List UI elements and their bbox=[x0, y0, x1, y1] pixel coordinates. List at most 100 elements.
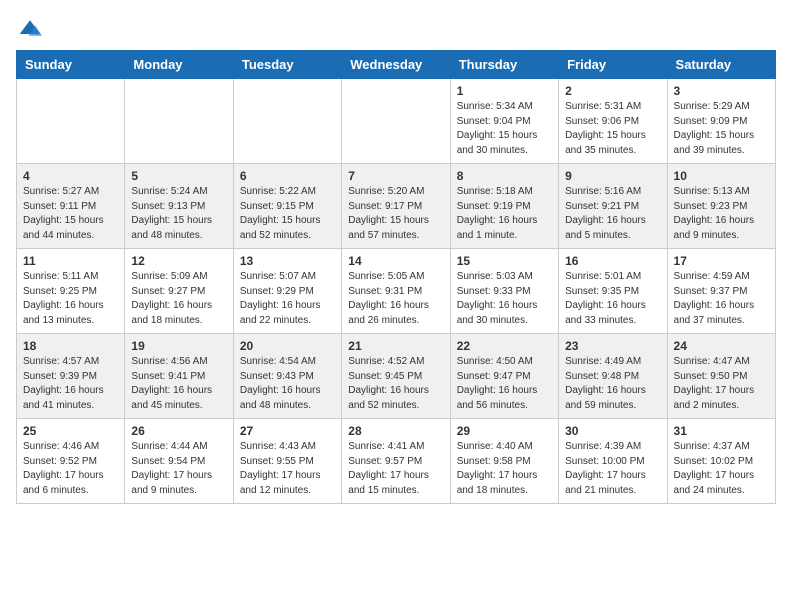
day-number: 28 bbox=[348, 424, 443, 438]
day-info: Sunrise: 5:03 AMSunset: 9:33 PMDaylight:… bbox=[457, 270, 552, 328]
day-info: Sunrise: 4:47 AMSunset: 9:50 PMDaylight:… bbox=[674, 355, 769, 413]
calendar-cell: 18Sunrise: 4:57 AMSunset: 9:39 PMDayligh… bbox=[17, 334, 125, 419]
day-info: Sunrise: 5:13 AMSunset: 9:23 PMDaylight:… bbox=[674, 185, 769, 243]
calendar-cell: 14 Sunrise: 5:05 AMSunset: 9:31 PMDayligh… bbox=[342, 249, 450, 334]
day-info: Sunrise: 5:31 AMSunset: 9:06 PMDaylight:… bbox=[565, 100, 660, 158]
logo bbox=[16, 16, 46, 38]
day-info: Sunrise: 5:11 AMSunset: 9:25 PMDaylight:… bbox=[23, 270, 118, 328]
day-number: 19 bbox=[131, 339, 226, 353]
calendar-cell: 2 Sunrise: 5:31 AMSunset: 9:06 PMDaylight… bbox=[559, 79, 667, 164]
calendar-cell: 5 Sunrise: 5:24 AMSunset: 9:13 PMDaylight… bbox=[125, 164, 233, 249]
calendar-cell bbox=[17, 79, 125, 164]
day-info: Sunrise: 5:05 AMSunset: 9:31 PMDaylight:… bbox=[348, 270, 443, 328]
day-number: 9 bbox=[565, 169, 660, 183]
day-number: 30 bbox=[565, 424, 660, 438]
calendar-cell: 3 Sunrise: 5:29 AMSunset: 9:09 PMDaylight… bbox=[667, 79, 775, 164]
calendar-cell: 22 Sunrise: 4:50 AMSunset: 9:47 PMDayligh… bbox=[450, 334, 558, 419]
day-number: 13 bbox=[240, 254, 335, 268]
day-info: Sunrise: 4:46 AMSunset: 9:52 PMDaylight:… bbox=[23, 440, 118, 498]
day-number: 1 bbox=[457, 84, 552, 98]
day-info: Sunrise: 4:59 AMSunset: 9:37 PMDaylight:… bbox=[674, 270, 769, 328]
day-info: Sunrise: 5:24 AMSunset: 9:13 PMDaylight:… bbox=[131, 185, 226, 243]
day-number: 6 bbox=[240, 169, 335, 183]
day-info: Sunrise: 5:34 AMSunset: 9:04 PMDaylight:… bbox=[457, 100, 552, 158]
day-info: Sunrise: 4:56 AMSunset: 9:41 PMDaylight:… bbox=[131, 355, 226, 413]
day-number: 15 bbox=[457, 254, 552, 268]
calendar-cell: 9 Sunrise: 5:16 AMSunset: 9:21 PMDaylight… bbox=[559, 164, 667, 249]
calendar-cell: 21Sunrise: 4:52 AMSunset: 9:45 PMDayligh… bbox=[342, 334, 450, 419]
day-info: Sunrise: 4:40 AMSunset: 9:58 PMDaylight:… bbox=[457, 440, 552, 498]
calendar-cell: 13 Sunrise: 5:07 AMSunset: 9:29 PMDayligh… bbox=[233, 249, 341, 334]
day-number: 14 bbox=[348, 254, 443, 268]
weekday-header-friday: Friday bbox=[559, 51, 667, 79]
calendar-week-3: 11Sunrise: 5:11 AMSunset: 9:25 PMDayligh… bbox=[17, 249, 776, 334]
calendar-cell: 20 Sunrise: 4:54 AMSunset: 9:43 PMDayligh… bbox=[233, 334, 341, 419]
day-number: 22 bbox=[457, 339, 552, 353]
calendar-week-1: 1 Sunrise: 5:34 AMSunset: 9:04 PMDaylight… bbox=[17, 79, 776, 164]
day-number: 7 bbox=[348, 169, 443, 183]
logo-icon bbox=[18, 18, 42, 38]
day-number: 8 bbox=[457, 169, 552, 183]
day-info: Sunrise: 4:43 AMSunset: 9:55 PMDaylight:… bbox=[240, 440, 335, 498]
day-info: Sunrise: 5:01 AMSunset: 9:35 PMDaylight:… bbox=[565, 270, 660, 328]
calendar-cell: 1 Sunrise: 5:34 AMSunset: 9:04 PMDaylight… bbox=[450, 79, 558, 164]
day-info: Sunrise: 5:20 AMSunset: 9:17 PMDaylight:… bbox=[348, 185, 443, 243]
day-number: 26 bbox=[131, 424, 226, 438]
day-info: Sunrise: 5:18 AMSunset: 9:19 PMDaylight:… bbox=[457, 185, 552, 243]
calendar-cell: 8 Sunrise: 5:18 AMSunset: 9:19 PMDaylight… bbox=[450, 164, 558, 249]
calendar-cell: 6Sunrise: 5:22 AMSunset: 9:15 PMDaylight… bbox=[233, 164, 341, 249]
calendar-week-4: 18Sunrise: 4:57 AMSunset: 9:39 PMDayligh… bbox=[17, 334, 776, 419]
weekday-header-saturday: Saturday bbox=[667, 51, 775, 79]
calendar-cell bbox=[233, 79, 341, 164]
day-number: 24 bbox=[674, 339, 769, 353]
day-number: 17 bbox=[674, 254, 769, 268]
day-number: 12 bbox=[131, 254, 226, 268]
weekday-header-thursday: Thursday bbox=[450, 51, 558, 79]
day-number: 25 bbox=[23, 424, 118, 438]
calendar-cell bbox=[125, 79, 233, 164]
calendar-week-5: 25 Sunrise: 4:46 AMSunset: 9:52 PMDayligh… bbox=[17, 419, 776, 504]
day-number: 10 bbox=[674, 169, 769, 183]
calendar-cell: 11Sunrise: 5:11 AMSunset: 9:25 PMDayligh… bbox=[17, 249, 125, 334]
calendar-cell: 27 Sunrise: 4:43 AMSunset: 9:55 PMDayligh… bbox=[233, 419, 341, 504]
calendar-cell bbox=[342, 79, 450, 164]
day-info: Sunrise: 4:41 AMSunset: 9:57 PMDaylight:… bbox=[348, 440, 443, 498]
day-info: Sunrise: 4:44 AMSunset: 9:54 PMDaylight:… bbox=[131, 440, 226, 498]
day-number: 3 bbox=[674, 84, 769, 98]
calendar-cell: 25 Sunrise: 4:46 AMSunset: 9:52 PMDayligh… bbox=[17, 419, 125, 504]
day-number: 4 bbox=[23, 169, 118, 183]
day-number: 2 bbox=[565, 84, 660, 98]
calendar-cell: 4 Sunrise: 5:27 AMSunset: 9:11 PMDaylight… bbox=[17, 164, 125, 249]
day-info: Sunrise: 4:39 AMSunset: 10:00 PMDaylight… bbox=[565, 440, 660, 498]
page-header bbox=[16, 16, 776, 38]
calendar-cell: 15 Sunrise: 5:03 AMSunset: 9:33 PMDayligh… bbox=[450, 249, 558, 334]
calendar-cell: 30 Sunrise: 4:39 AMSunset: 10:00 PMDaylig… bbox=[559, 419, 667, 504]
day-number: 27 bbox=[240, 424, 335, 438]
day-info: Sunrise: 5:27 AMSunset: 9:11 PMDaylight:… bbox=[23, 185, 118, 243]
calendar-cell: 28 Sunrise: 4:41 AMSunset: 9:57 PMDayligh… bbox=[342, 419, 450, 504]
calendar-cell: 31Sunrise: 4:37 AMSunset: 10:02 PMDaylig… bbox=[667, 419, 775, 504]
calendar-cell: 26 Sunrise: 4:44 AMSunset: 9:54 PMDayligh… bbox=[125, 419, 233, 504]
calendar-cell: 7 Sunrise: 5:20 AMSunset: 9:17 PMDaylight… bbox=[342, 164, 450, 249]
day-number: 20 bbox=[240, 339, 335, 353]
calendar-cell: 24 Sunrise: 4:47 AMSunset: 9:50 PMDayligh… bbox=[667, 334, 775, 419]
day-number: 16 bbox=[565, 254, 660, 268]
weekday-header-row: SundayMondayTuesdayWednesdayThursdayFrid… bbox=[17, 51, 776, 79]
day-info: Sunrise: 5:16 AMSunset: 9:21 PMDaylight:… bbox=[565, 185, 660, 243]
calendar-cell: 16 Sunrise: 5:01 AMSunset: 9:35 PMDayligh… bbox=[559, 249, 667, 334]
day-number: 5 bbox=[131, 169, 226, 183]
day-info: Sunrise: 4:54 AMSunset: 9:43 PMDaylight:… bbox=[240, 355, 335, 413]
weekday-header-monday: Monday bbox=[125, 51, 233, 79]
weekday-header-sunday: Sunday bbox=[17, 51, 125, 79]
day-info: Sunrise: 5:07 AMSunset: 9:29 PMDaylight:… bbox=[240, 270, 335, 328]
day-info: Sunrise: 4:49 AMSunset: 9:48 PMDaylight:… bbox=[565, 355, 660, 413]
day-number: 23 bbox=[565, 339, 660, 353]
calendar-cell: 17 Sunrise: 4:59 AMSunset: 9:37 PMDayligh… bbox=[667, 249, 775, 334]
day-info: Sunrise: 5:29 AMSunset: 9:09 PMDaylight:… bbox=[674, 100, 769, 158]
day-info: Sunrise: 5:09 AMSunset: 9:27 PMDaylight:… bbox=[131, 270, 226, 328]
day-number: 18 bbox=[23, 339, 118, 353]
day-info: Sunrise: 4:50 AMSunset: 9:47 PMDaylight:… bbox=[457, 355, 552, 413]
calendar-cell: 10 Sunrise: 5:13 AMSunset: 9:23 PMDayligh… bbox=[667, 164, 775, 249]
calendar-cell: 12 Sunrise: 5:09 AMSunset: 9:27 PMDayligh… bbox=[125, 249, 233, 334]
weekday-header-tuesday: Tuesday bbox=[233, 51, 341, 79]
